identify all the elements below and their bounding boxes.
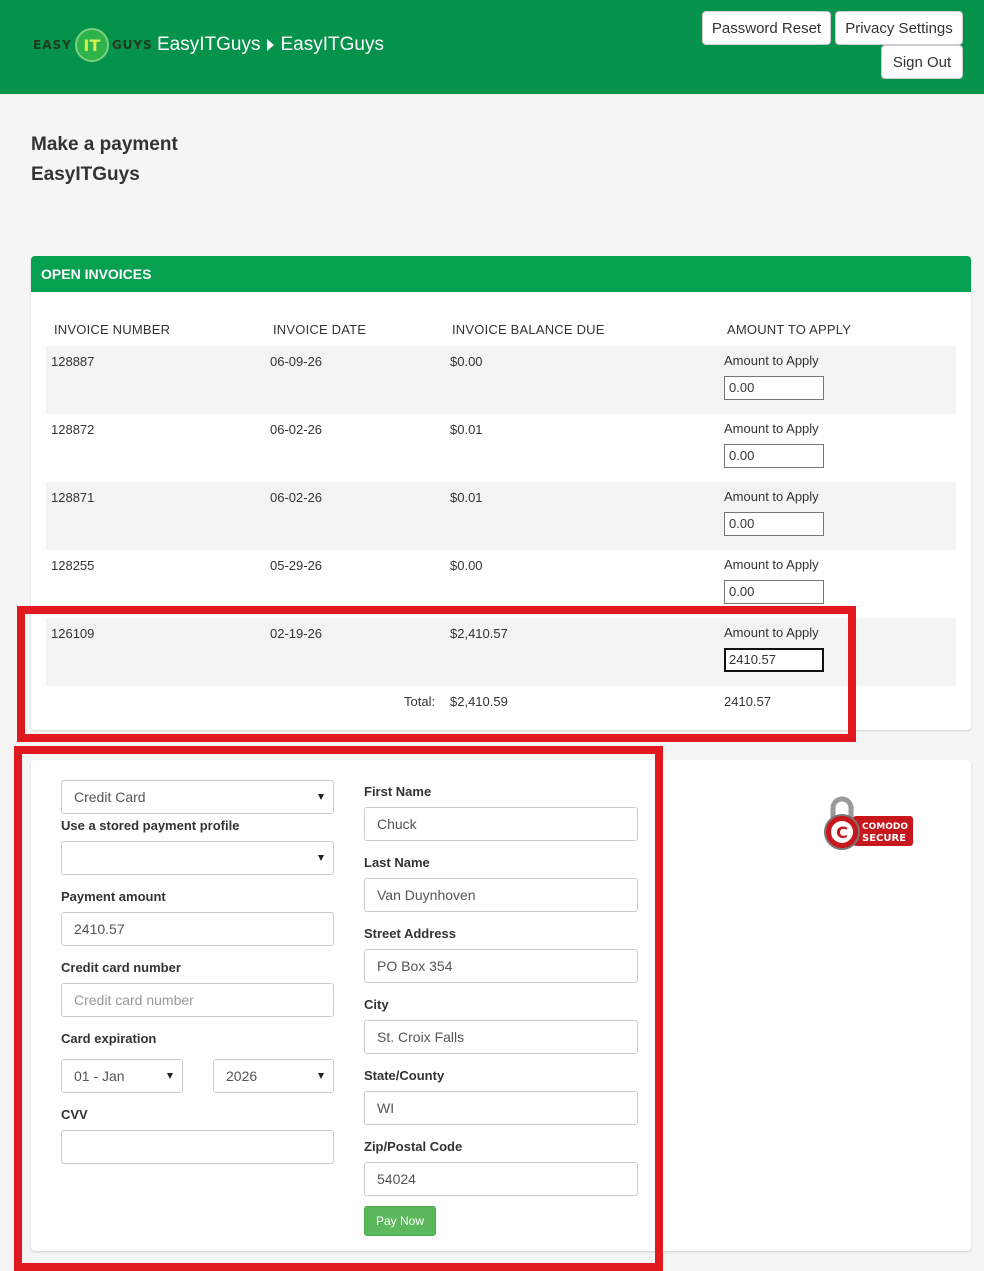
top-header: EASY IT GUYS EasyITGuys EasyITGuys Passw… bbox=[0, 0, 984, 94]
invoice-number: 128887 bbox=[51, 354, 95, 369]
highlight-box-invoice bbox=[17, 606, 856, 742]
column-header-invoice-number: INVOICE NUMBER bbox=[54, 322, 171, 337]
invoice-balance: $0.01 bbox=[450, 422, 483, 437]
amount-to-apply-input[interactable]: 0.00 bbox=[724, 580, 824, 604]
invoice-date: 06-02-26 bbox=[270, 490, 323, 505]
seal-line1: COMODO bbox=[862, 822, 908, 832]
invoice-date: 05-29-26 bbox=[270, 558, 323, 573]
column-header-invoice-date: INVOICE DATE bbox=[273, 322, 367, 337]
logo-guys-text: GUYS bbox=[111, 38, 153, 52]
invoice-date: 06-02-26 bbox=[270, 422, 323, 437]
logo-easy-text: EASY bbox=[33, 38, 72, 52]
page-title: Make a payment bbox=[31, 134, 178, 155]
column-header-balance-due: INVOICE BALANCE DUE bbox=[452, 322, 605, 337]
amount-to-apply-input[interactable]: 0.00 bbox=[724, 444, 824, 468]
caret-right-icon bbox=[267, 39, 275, 51]
easyitguys-logo[interactable]: EASY IT GUYS bbox=[33, 28, 153, 62]
open-invoices-heading: OPEN INVOICES bbox=[31, 256, 971, 292]
invoice-balance: $0.00 bbox=[450, 558, 483, 573]
amount-to-apply-label: Amount to Apply bbox=[724, 421, 819, 436]
logo-it-text: IT bbox=[83, 35, 101, 55]
breadcrumb: EasyITGuys EasyITGuys bbox=[157, 34, 384, 56]
table-row: 128872 06-02-26 $0.01 Amount to Apply 0.… bbox=[46, 414, 956, 482]
invoice-number: 128872 bbox=[51, 422, 95, 437]
amount-to-apply-input[interactable]: 0.00 bbox=[724, 512, 824, 536]
amount-to-apply-label: Amount to Apply bbox=[724, 353, 819, 368]
amount-to-apply-label: Amount to Apply bbox=[724, 557, 819, 572]
sign-out-button[interactable]: Sign Out bbox=[881, 45, 963, 79]
password-reset-button[interactable]: Password Reset bbox=[702, 11, 831, 45]
amount-to-apply-label: Amount to Apply bbox=[724, 489, 819, 504]
privacy-settings-button[interactable]: Privacy Settings bbox=[835, 11, 963, 45]
column-header-amount-to-apply: AMOUNT TO APPLY bbox=[727, 322, 852, 337]
invoice-balance: $0.00 bbox=[450, 354, 483, 369]
seal-line2: SECURE bbox=[862, 833, 906, 844]
breadcrumb-item-current[interactable]: EasyITGuys bbox=[280, 34, 383, 56]
highlight-box-payment bbox=[14, 746, 663, 1271]
invoice-number: 128871 bbox=[51, 490, 95, 505]
amount-to-apply-input[interactable]: 0.00 bbox=[724, 376, 824, 400]
seal-letter: C bbox=[836, 823, 848, 842]
invoice-date: 06-09-26 bbox=[270, 354, 323, 369]
comodo-secure-seal[interactable]: C COMODO SECURE bbox=[823, 792, 915, 854]
table-row: 128871 06-02-26 $0.01 Amount to Apply 0.… bbox=[46, 482, 956, 550]
logo-it-badge: IT bbox=[74, 28, 109, 62]
invoice-number: 128255 bbox=[51, 558, 95, 573]
breadcrumb-item-company[interactable]: EasyITGuys bbox=[157, 34, 260, 56]
page-subtitle: EasyITGuys bbox=[31, 164, 140, 185]
invoice-balance: $0.01 bbox=[450, 490, 483, 505]
table-row: 128887 06-09-26 $0.00 Amount to Apply 0.… bbox=[46, 346, 956, 414]
